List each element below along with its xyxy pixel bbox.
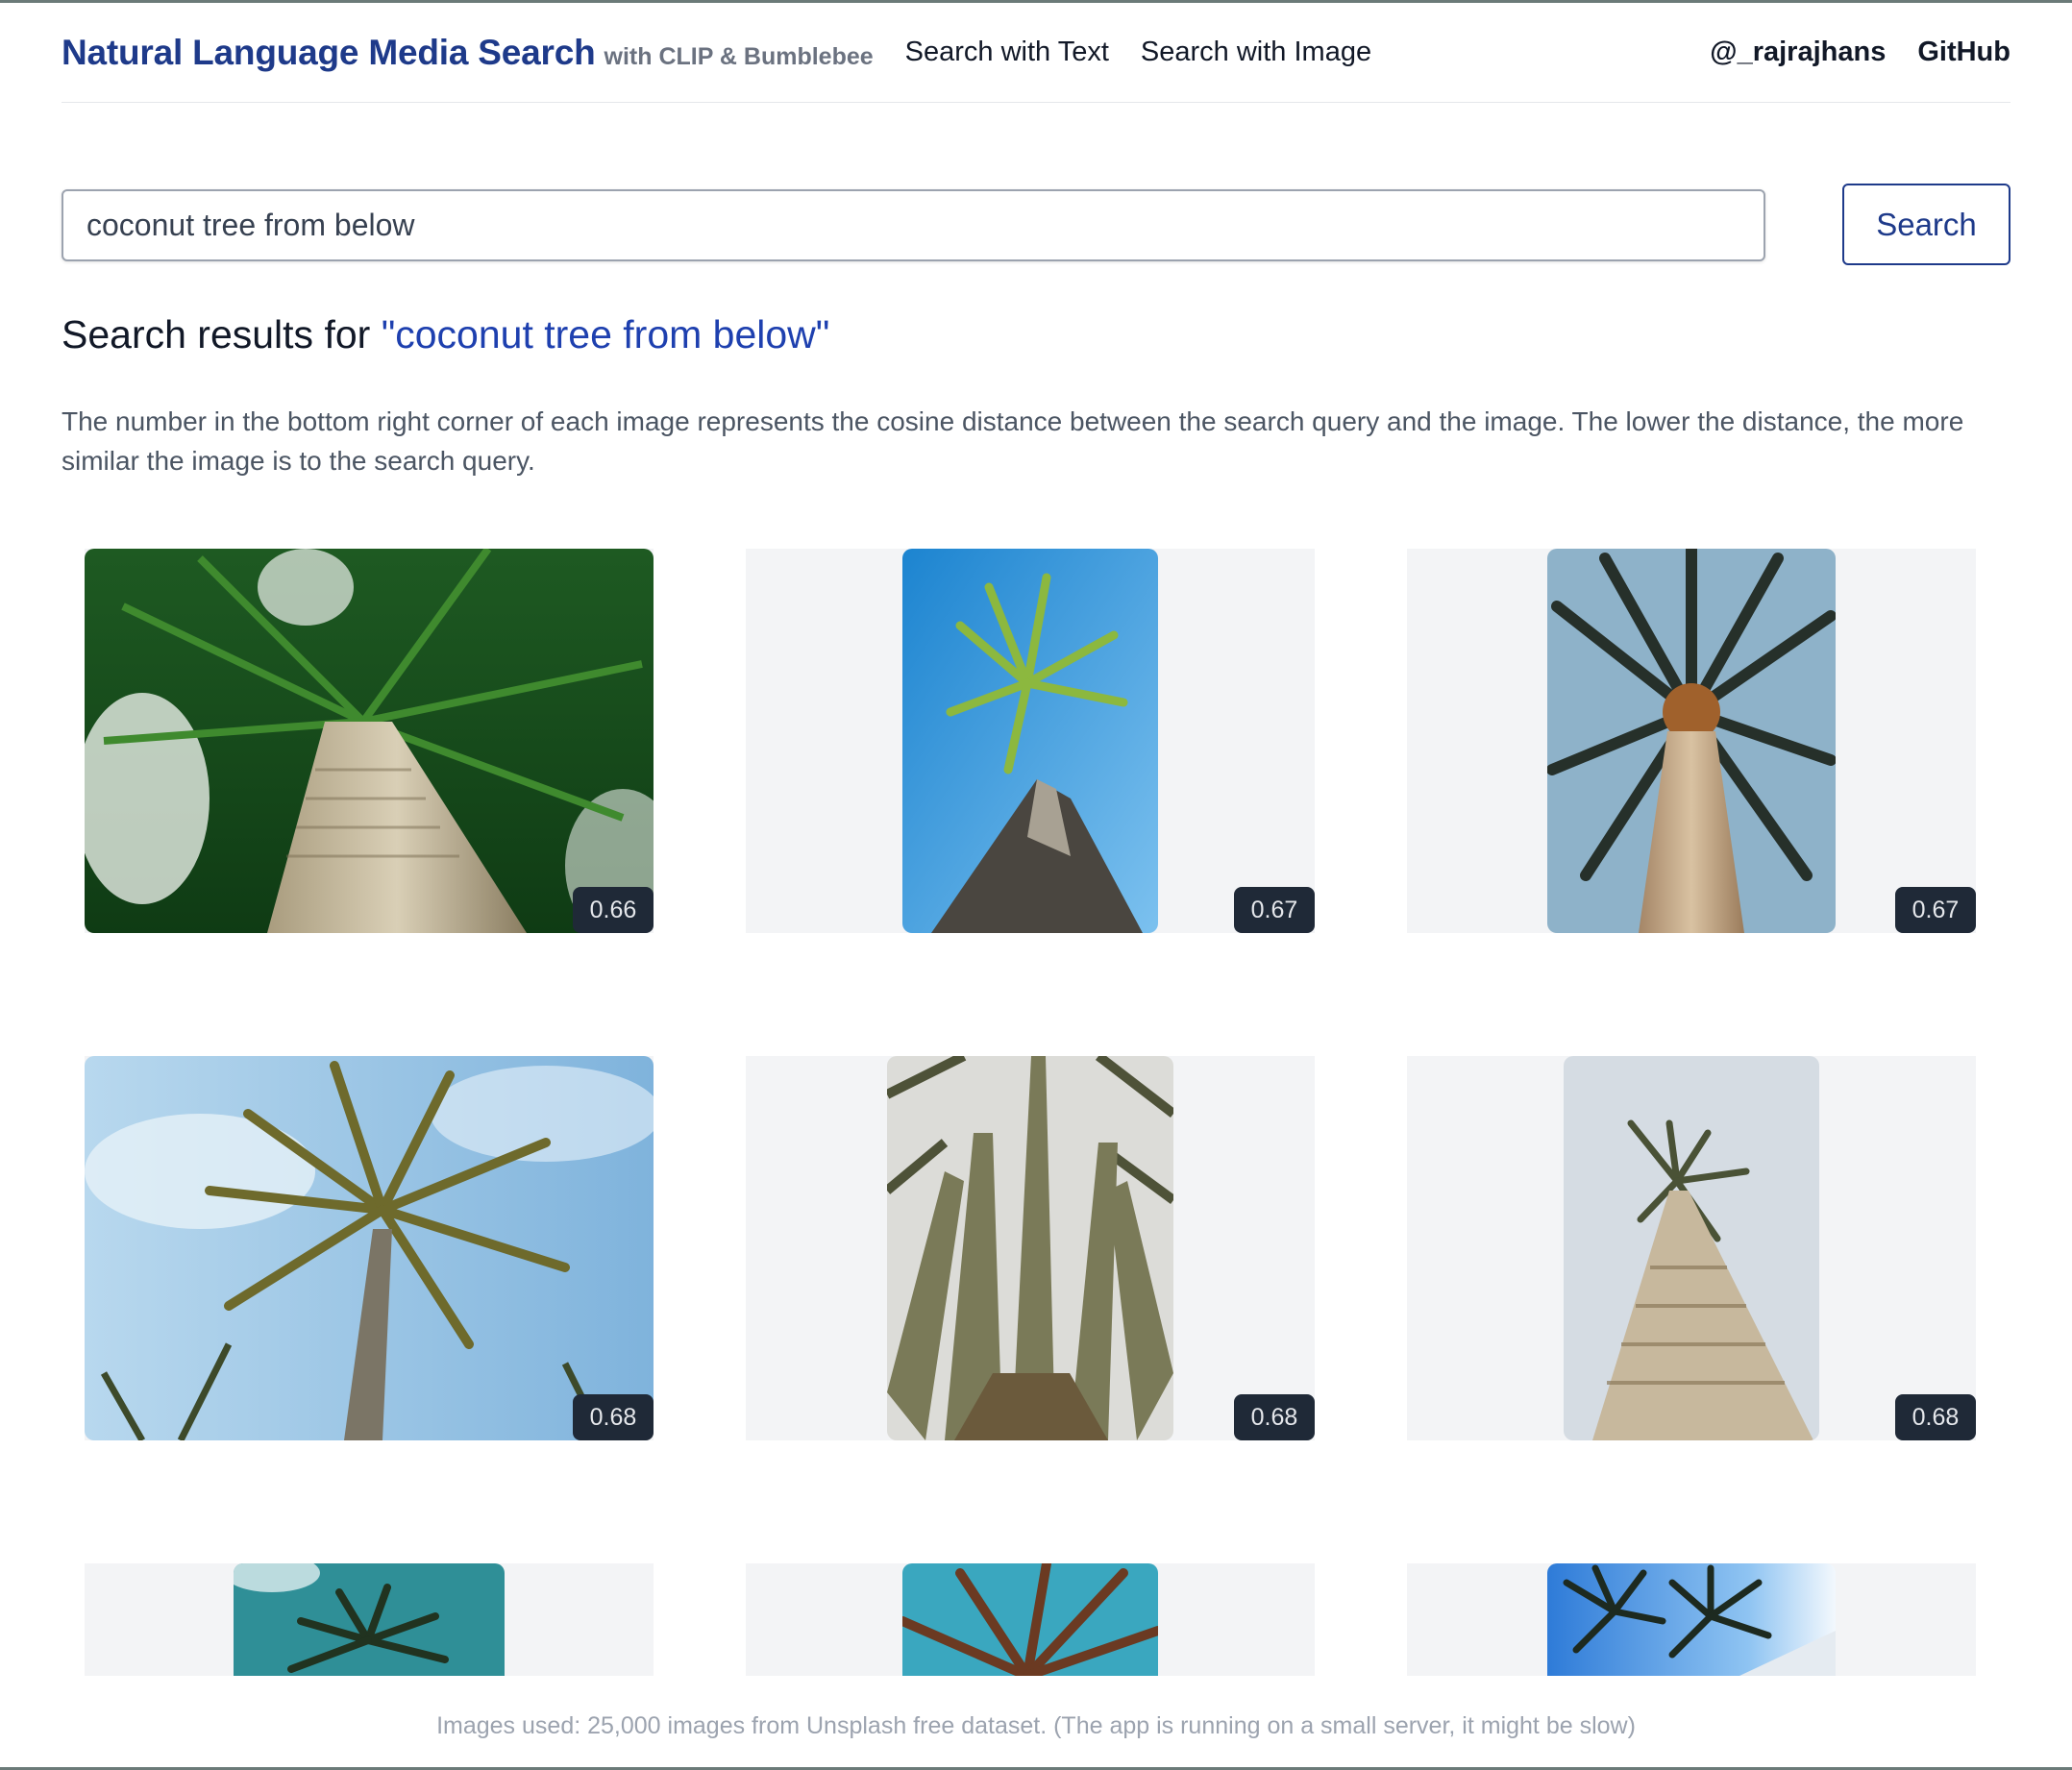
- results-description: The number in the bottom right corner of…: [62, 406, 1964, 476]
- result-image[interactable]: [902, 549, 1158, 933]
- nav-search-with-image[interactable]: Search with Image: [1141, 37, 1371, 68]
- twitter-handle-link[interactable]: @_rajrajhans: [1710, 37, 1886, 68]
- app-subtitle: with CLIP & Bumblebee: [604, 42, 874, 70]
- distance-badge: 0.67: [1895, 887, 1976, 933]
- main-nav: Search with Text Search with Image: [905, 37, 1371, 68]
- result-card[interactable]: 0.66: [85, 549, 654, 933]
- top-nav: Natural Language Media Search with CLIP …: [62, 3, 2010, 103]
- result-image[interactable]: [1564, 1056, 1819, 1440]
- search-button[interactable]: Search: [1842, 184, 2010, 265]
- result-image[interactable]: [85, 1056, 654, 1440]
- search-form: Search: [62, 181, 2010, 265]
- result-card[interactable]: 0.68: [85, 1056, 654, 1440]
- result-image[interactable]: [887, 1056, 1173, 1440]
- footer-text: Images used: 25,000 images from Unsplash…: [436, 1712, 1636, 1739]
- result-image[interactable]: [234, 1563, 505, 1676]
- search-input[interactable]: [62, 189, 1765, 261]
- results-heading: Search results for "coconut tree from be…: [62, 312, 829, 357]
- result-image[interactable]: [1547, 549, 1836, 933]
- brand[interactable]: Natural Language Media Search with CLIP …: [62, 33, 874, 73]
- result-image[interactable]: [85, 549, 654, 933]
- results-heading-query: "coconut tree from below": [381, 312, 830, 356]
- nav-search-with-text[interactable]: Search with Text: [905, 37, 1109, 68]
- result-card[interactable]: 0.68: [746, 1056, 1315, 1440]
- result-image[interactable]: [902, 1563, 1158, 1676]
- distance-badge: 0.68: [573, 1394, 654, 1440]
- result-card[interactable]: 0.67: [746, 549, 1315, 933]
- result-card[interactable]: [746, 1563, 1315, 1676]
- result-image[interactable]: [1547, 1563, 1836, 1676]
- result-card[interactable]: [85, 1563, 654, 1676]
- external-links: @_rajrajhans GitHub: [1710, 37, 2010, 68]
- distance-badge: 0.67: [1234, 887, 1315, 933]
- result-card[interactable]: [1407, 1563, 1976, 1676]
- results-heading-prefix: Search results for: [62, 312, 382, 356]
- distance-badge: 0.66: [573, 887, 654, 933]
- result-card[interactable]: 0.68: [1407, 1056, 1976, 1440]
- app-title[interactable]: Natural Language Media Search: [62, 33, 596, 73]
- distance-badge: 0.68: [1895, 1394, 1976, 1440]
- result-card[interactable]: 0.67: [1407, 549, 1976, 933]
- github-link[interactable]: GitHub: [1917, 37, 2010, 68]
- footer: Images used: 25,000 images from Unsplash…: [0, 1678, 2072, 1770]
- distance-badge: 0.68: [1234, 1394, 1315, 1440]
